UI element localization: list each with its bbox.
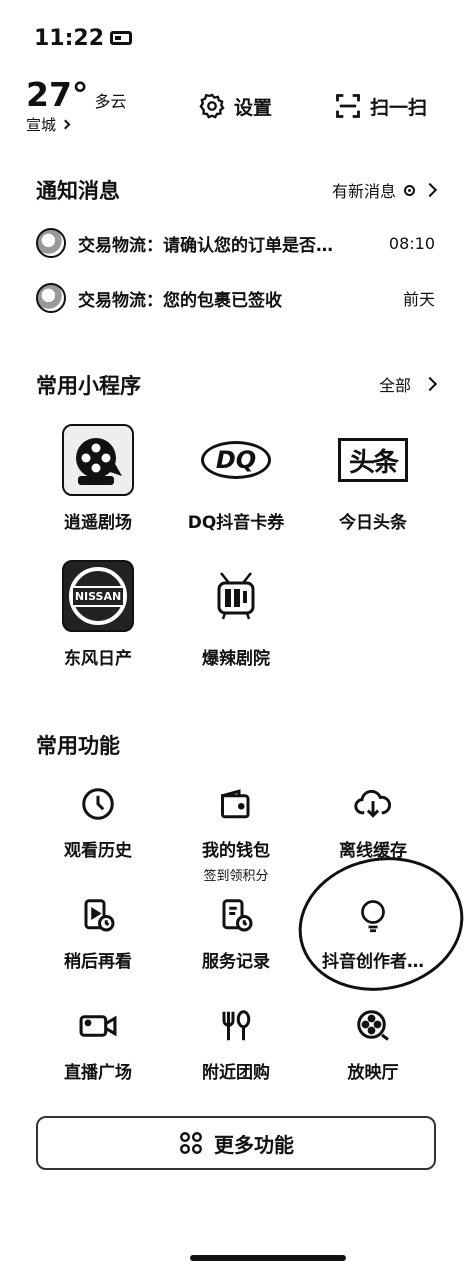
mini-program-item[interactable]: DQ DQ抖音卡券 [166,424,306,533]
mini-program-label: 爆辣剧院 [202,649,270,669]
film-reel-icon [62,424,134,496]
toutiao-logo-text: 头条 [338,438,408,482]
function-label: 我的钱包 [202,841,270,861]
notification-text: 交易物流：您的包裹已签收 [78,290,282,311]
function-item[interactable]: 附近团购 [166,1006,306,1083]
function-label: 抖音创作者… [322,952,424,972]
settings-button[interactable]: 设置 [198,92,272,120]
chevron-right-icon [422,376,438,392]
home-indicator[interactable] [190,1255,346,1261]
function-label: 稍后再看 [64,952,132,972]
weather-widget[interactable]: 27° 多云 宣城 [26,76,126,135]
fork-knife-icon [216,1006,256,1046]
scan-icon [336,94,360,118]
logistics-avatar-icon [36,228,66,258]
lightbulb-icon [353,895,393,935]
sleep-mode-icon [110,31,133,45]
camera-icon [78,1006,118,1046]
tv-icon [200,560,272,632]
notifications-more[interactable]: 有新消息 [331,178,438,202]
mini-programs-all[interactable]: 全部 [378,372,438,396]
mini-program-item[interactable]: NISSAN 东风日产 [28,560,168,669]
mini-program-label: DQ抖音卡券 [187,513,285,533]
function-item[interactable]: 直播广场 [28,1006,168,1083]
function-item[interactable]: 我的钱包 签到领积分 [166,784,306,884]
scan-button[interactable]: 扫一扫 [334,92,427,120]
dq-logo-icon: DQ [200,424,272,496]
function-sub-label: 签到领积分 [203,869,269,884]
mini-program-label: 今日头条 [339,513,407,533]
notification-item[interactable]: 交易物流：请确认您的订单是否… 08:10 [36,228,435,258]
dq-logo-text: DQ [201,441,271,479]
status-bar: 11:22 [34,24,133,52]
function-label: 放映厅 [347,1063,399,1083]
function-label: 离线缓存 [339,841,407,861]
city-name: 宣城 [26,116,57,134]
mini-programs-title: 常用小程序 [36,374,141,398]
cloud-download-icon [353,784,393,824]
notification-item[interactable]: 交易物流：您的包裹已签收 前天 [36,283,435,313]
logistics-avatar-icon [36,283,66,313]
more-functions-button[interactable]: 更多功能 [36,1116,436,1170]
function-item[interactable]: 离线缓存 [303,784,443,861]
scan-label: 扫一扫 [370,96,428,119]
function-label: 观看历史 [64,841,132,861]
grid-icon [180,1132,202,1154]
settings-label: 设置 [234,96,273,119]
notification-text: 交易物流：请确认您的订单是否… [78,235,333,256]
function-label: 直播广场 [64,1063,132,1083]
function-label: 服务记录 [202,952,270,972]
mini-program-item[interactable]: 爆辣剧院 [166,560,306,669]
mini-program-label: 东风日产 [64,649,132,669]
film-reel-icon [353,1006,393,1046]
notification-time: 08:10 [388,233,435,253]
function-item[interactable]: 服务记录 [166,895,306,972]
wallet-icon [216,784,256,824]
functions-title: 常用功能 [36,734,120,758]
weather-condition: 多云 [94,92,127,111]
service-record-icon [216,895,256,935]
mini-program-item[interactable]: 头条 今日头条 [303,424,443,533]
new-message-label: 有新消息 [331,182,396,201]
notifications-title: 通知消息 [36,179,120,203]
function-label: 附近团购 [202,1063,270,1083]
function-item[interactable]: 放映厅 [303,1006,443,1083]
gear-icon [199,93,225,119]
notification-time: 前天 [402,290,435,309]
chevron-right-icon [60,119,71,130]
function-item[interactable]: 观看历史 [28,784,168,861]
function-item[interactable]: 稍后再看 [28,895,168,972]
chevron-right-icon [422,182,438,198]
mini-program-label: 逍遥剧场 [64,513,132,533]
toutiao-logo-icon: 头条 [337,424,409,496]
nissan-logo-text: NISSAN [73,585,123,607]
status-time: 11:22 [34,25,105,51]
function-item[interactable]: 抖音创作者… [303,895,443,972]
temperature: 27° [26,75,89,114]
nissan-logo-icon: NISSAN [62,560,134,632]
mini-program-item[interactable]: 逍遥剧场 [28,424,168,533]
more-functions-label: 更多功能 [214,1132,294,1157]
clock-icon [78,784,118,824]
all-label: 全部 [378,376,411,395]
watch-later-icon [78,895,118,935]
new-message-dot-icon [404,184,415,196]
city-selector[interactable]: 宣城 [26,114,126,135]
